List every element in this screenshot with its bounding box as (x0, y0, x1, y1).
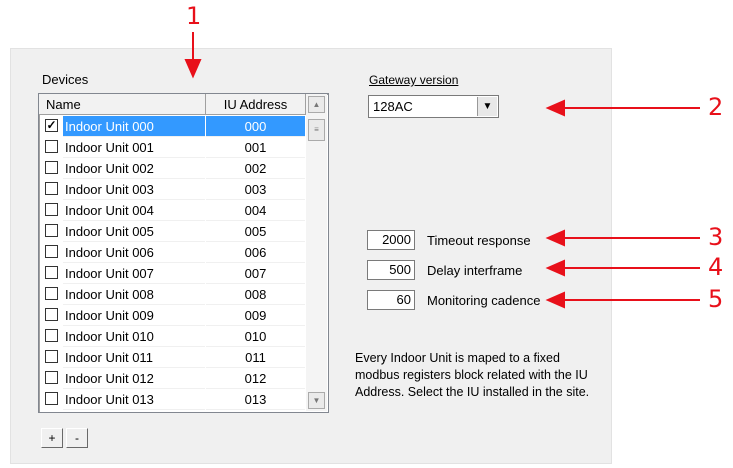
callout-arrows (184, 32, 700, 309)
callout-5: 5 (708, 285, 724, 313)
arrow-3-head (545, 229, 565, 247)
arrow-4-head (545, 259, 565, 277)
callout-1: 1 (186, 2, 202, 30)
arrow-5-head (545, 291, 565, 309)
callout-2: 2 (708, 93, 724, 121)
arrow-2-head (545, 99, 565, 117)
callout-3: 3 (708, 223, 724, 251)
callout-4: 4 (708, 253, 724, 281)
arrow-1-head (184, 59, 202, 79)
